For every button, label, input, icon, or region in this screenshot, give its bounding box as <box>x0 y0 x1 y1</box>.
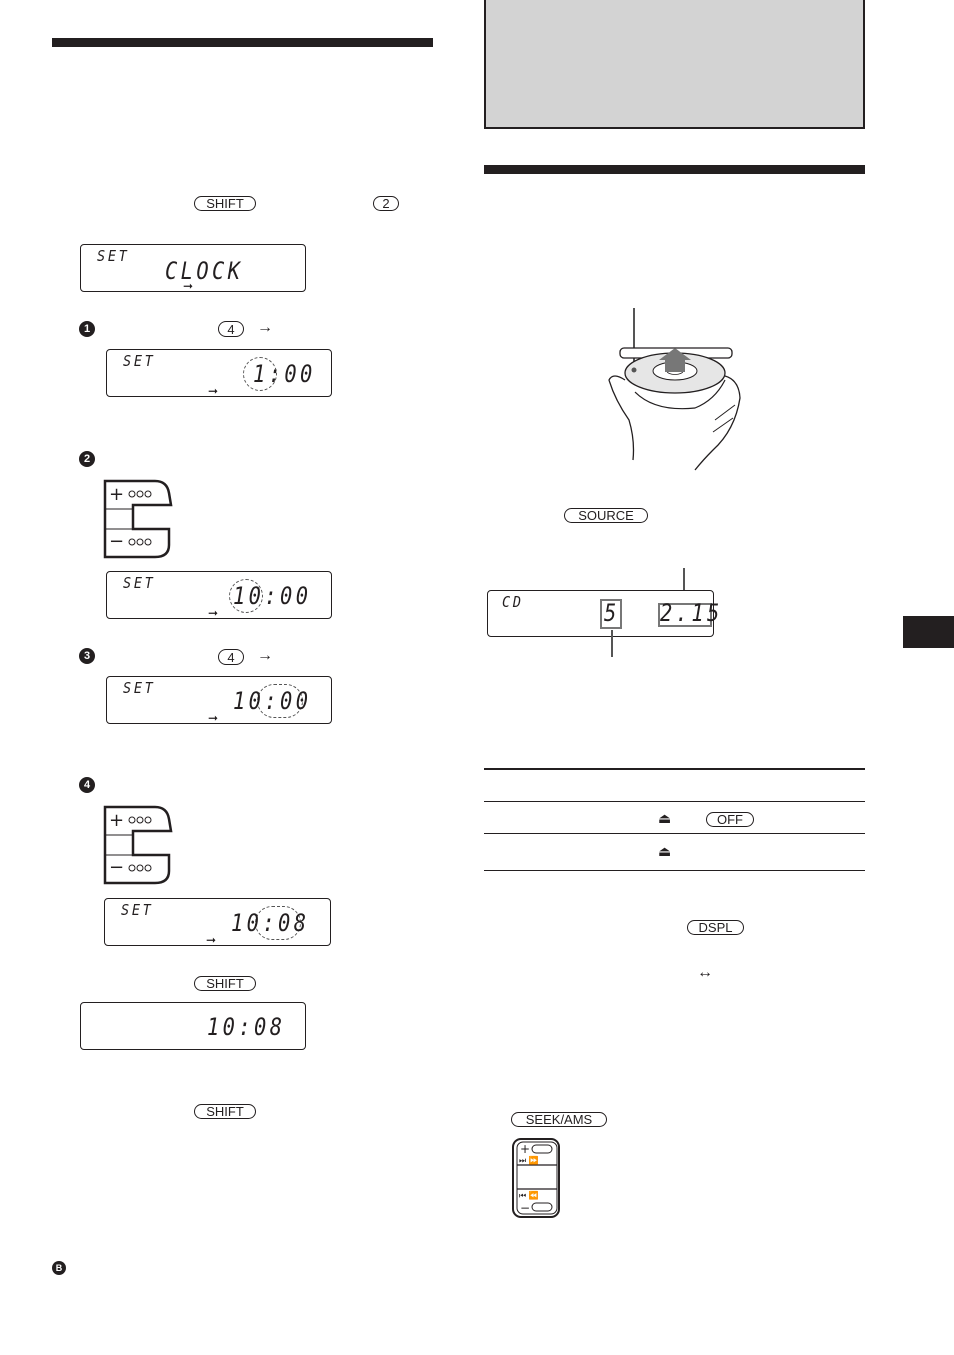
notice-box <box>484 0 865 129</box>
cursor-arrow-icon: ➞ <box>183 279 194 293</box>
section-index-tab <box>903 616 954 648</box>
preset-2-button[interactable]: 2 <box>373 196 399 211</box>
cursor-arrow-icon: ➞ <box>206 933 217 947</box>
lcd-time-text: 1:00 <box>253 360 316 388</box>
table-top-rule <box>484 768 865 770</box>
seek-rocker-icon[interactable]: + ⏭ ⏩ ⏮ ⏪ − <box>511 1137 561 1219</box>
seek-ams-button[interactable]: SEEK/AMS <box>511 1112 607 1127</box>
eject-icon: ⏏ <box>658 810 672 826</box>
lcd-time-text: 10:08 <box>207 1013 286 1041</box>
cd-insert-illustration <box>608 308 741 471</box>
preset-4-button[interactable]: 4 <box>218 321 244 337</box>
table-rule <box>484 801 865 802</box>
lcd-time-text: 10:00 <box>233 687 312 715</box>
lcd-display-cd: CD 5 2.15 <box>487 590 719 637</box>
step-4-marker: 4 <box>79 777 95 793</box>
lcd-set-label: SET <box>123 352 156 370</box>
cursor-arrow-icon: ➞ <box>208 711 219 725</box>
lcd-elapsed-time: 2.15 <box>660 599 723 627</box>
lcd-set-label: SET <box>123 574 156 592</box>
svg-text:+: + <box>520 1142 530 1156</box>
svg-text:⏮ ⏪: ⏮ ⏪ <box>519 1190 539 1200</box>
source-button[interactable]: SOURCE <box>564 508 648 523</box>
lcd-display-set-clock: SET CLOCK ➞ <box>80 244 306 292</box>
lcd-display-clock: 10:08 <box>80 1002 306 1050</box>
lcd-track-number: 5 <box>604 599 620 627</box>
section-rule-right <box>484 165 865 174</box>
svg-text:−: − <box>109 531 124 552</box>
cursor-arrow-icon: ➞ <box>208 384 219 398</box>
lcd-clock-text: CLOCK <box>165 257 244 285</box>
svg-text:+: + <box>109 810 124 831</box>
svg-text:⏭ ⏩: ⏭ ⏩ <box>519 1155 539 1165</box>
lcd-set-label: SET <box>121 901 154 919</box>
shift-button[interactable]: SHIFT <box>194 196 256 211</box>
lcd-set-label: SET <box>123 679 156 697</box>
lcd-display-step2: SET 10:00 ➞ <box>106 571 332 619</box>
arrow-right-icon: → <box>257 319 273 336</box>
lcd-display-step4: SET 10:08 ➞ <box>104 898 331 946</box>
volume-rocker-icon[interactable]: + − <box>103 479 175 559</box>
callout-line <box>611 630 613 657</box>
dspl-button[interactable]: DSPL <box>687 920 744 935</box>
eject-icon: ⏏ <box>658 843 672 859</box>
arrow-right-icon: → <box>257 647 273 664</box>
table-row: ⏏ <box>658 810 671 828</box>
section-rule-left <box>52 38 433 47</box>
volume-rocker-icon[interactable]: + − <box>103 805 175 885</box>
table-rule <box>484 833 865 834</box>
step-2-marker: 2 <box>79 451 95 467</box>
lcd-display-step1: SET 1:00 ➞ <box>106 349 332 397</box>
off-button[interactable]: OFF <box>706 812 754 827</box>
svg-text:+: + <box>109 484 124 505</box>
lcd-time-text: 10:08 <box>231 909 310 937</box>
step-3-marker: 3 <box>79 648 95 664</box>
lcd-display-step3: SET 10:00 ➞ <box>106 676 332 724</box>
cursor-arrow-icon: ➞ <box>208 606 219 620</box>
table-row: ⏏ <box>658 843 671 861</box>
lcd-time-text: 10:00 <box>233 582 312 610</box>
lcd-source-label: CD <box>502 593 524 611</box>
svg-text:−: − <box>520 1201 530 1215</box>
lcd-set-label: SET <box>97 247 130 265</box>
shift-button[interactable]: SHIFT <box>194 976 256 991</box>
section-b-marker: B <box>52 1261 66 1275</box>
preset-4-button[interactable]: 4 <box>218 649 244 665</box>
shift-button[interactable]: SHIFT <box>194 1104 256 1119</box>
svg-text:−: − <box>109 857 124 878</box>
toggle-arrow-icon: ↔ <box>697 964 713 981</box>
table-bottom-rule <box>484 870 865 871</box>
step-1-marker: 1 <box>79 321 95 337</box>
